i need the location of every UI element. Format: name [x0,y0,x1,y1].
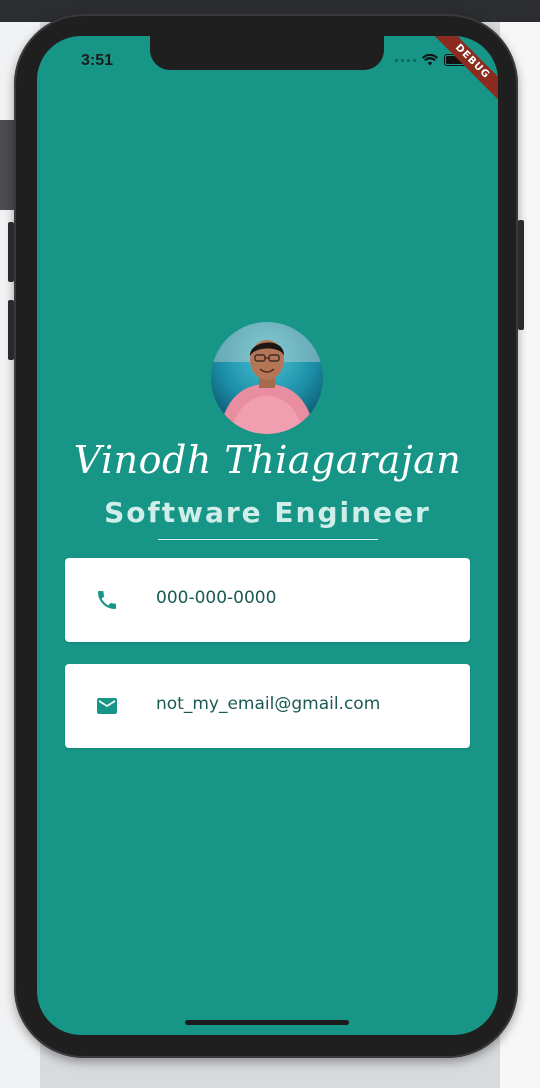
status-time: 3:51 [81,52,114,69]
profile-avatar [211,322,323,434]
device-notch [150,36,384,70]
app-screen: Vinodh Thiagarajan Software Engineer 000… [37,36,498,1035]
email-address: not_my_email@gmail.com [156,694,381,714]
profile-name: Vinodh Thiagarajan [73,438,462,482]
home-indicator[interactable] [185,1020,349,1025]
cellular-signal-icon [395,58,416,62]
mail-icon [97,698,117,714]
power-button [518,220,524,330]
profile-card-page: Vinodh Thiagarajan Software Engineer 000… [37,36,498,1035]
phone-number: 000-000-0000 [156,588,277,608]
volume-up-button [8,222,14,282]
volume-down-button [8,300,14,360]
profile-title: Software Engineer [104,496,431,529]
phone-icon [98,591,116,609]
avatar-image [211,322,323,434]
title-divider [158,539,378,540]
wifi-icon [422,54,438,66]
email-card[interactable]: not_my_email@gmail.com [65,664,470,748]
phone-card[interactable]: 000-000-0000 [65,558,470,642]
